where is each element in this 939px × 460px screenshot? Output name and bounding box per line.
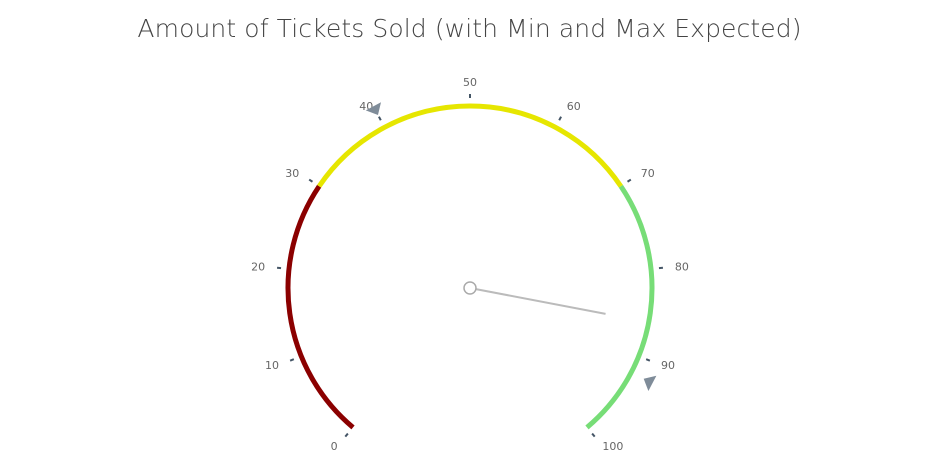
tick-label-90: 90 xyxy=(661,359,675,372)
gauge-needle xyxy=(475,288,606,315)
gauge-band-0 xyxy=(285,184,355,430)
tick-mark-40 xyxy=(378,116,382,121)
tick-label-30: 30 xyxy=(285,167,299,180)
tick-mark-10 xyxy=(289,358,295,362)
gauge-band-1 xyxy=(317,103,623,188)
gauge-pivot xyxy=(463,281,477,295)
gauge-band-2 xyxy=(585,184,655,430)
gauge-svg: 0102030405060708090100 xyxy=(251,76,689,453)
tick-label-70: 70 xyxy=(641,167,655,180)
tick-mark-90 xyxy=(645,358,651,362)
gauge-needle-group xyxy=(463,281,606,315)
tick-label-10: 10 xyxy=(265,359,279,372)
gauge-bands xyxy=(285,103,655,430)
gauge-ticks xyxy=(276,94,664,438)
tick-mark-70 xyxy=(626,178,632,183)
tick-label-0: 0 xyxy=(331,440,338,453)
tick-label-20: 20 xyxy=(251,260,265,273)
tick-mark-0 xyxy=(344,432,349,438)
tick-mark-30 xyxy=(308,178,314,183)
tick-mark-100 xyxy=(591,432,596,438)
tick-label-80: 80 xyxy=(675,260,689,273)
max-expected-marker xyxy=(643,375,657,391)
tick-label-50: 50 xyxy=(463,76,477,89)
gauge-tick-labels: 0102030405060708090100 xyxy=(251,76,689,453)
gauge-markers xyxy=(365,102,657,391)
tick-label-60: 60 xyxy=(567,100,581,113)
tick-mark-60 xyxy=(558,116,562,121)
gauge-chart: Amount of Tickets Sold (with Min and Max… xyxy=(0,0,939,460)
tick-label-100: 100 xyxy=(602,440,623,453)
